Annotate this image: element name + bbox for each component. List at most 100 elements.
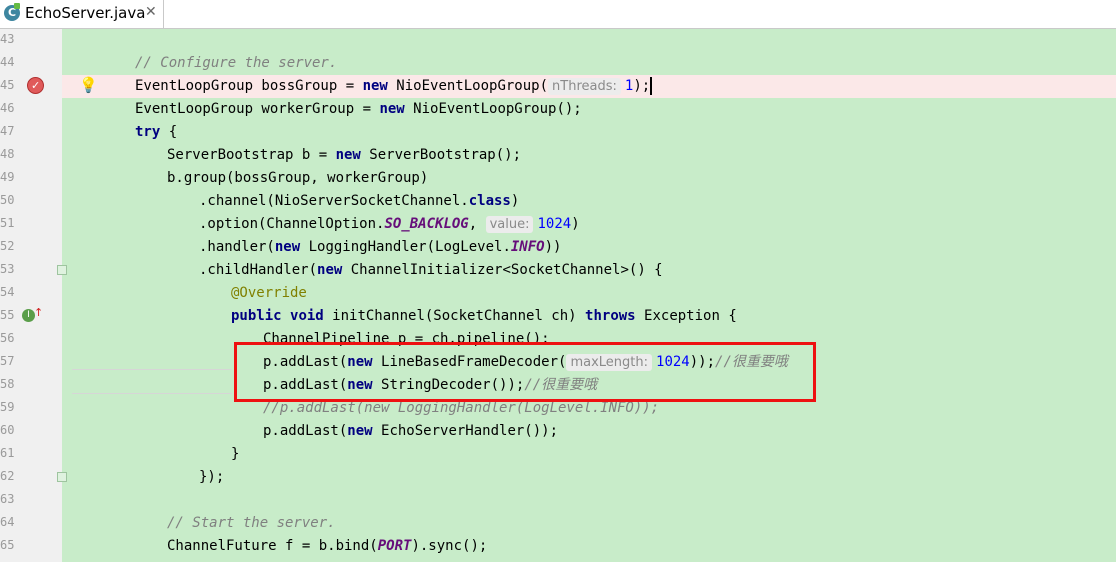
code-token: NioEventLoopGroup(: [387, 78, 549, 94]
code-line[interactable]: 60 p.addLast(new EchoServerHandler());: [0, 420, 1116, 443]
line-number: 50: [0, 193, 14, 207]
code-text: });: [199, 468, 224, 487]
code-token: LoggingHandler(LogLevel.: [300, 239, 511, 255]
line-number: 58: [0, 377, 14, 391]
code-token: ChannelFuture f = b.bind(: [167, 538, 378, 554]
code-line[interactable]: 45 EventLoopGroup bossGroup = new NioEven…: [0, 75, 1116, 98]
editor-tab-bar: C EchoServer.java ✕: [0, 0, 1116, 29]
parameter-hint: value:: [485, 216, 534, 233]
code-line[interactable]: 53 .childHandler(new ChannelInitializer<S…: [0, 259, 1116, 282]
code-token: new: [362, 78, 388, 94]
code-text: public void initChannel(SocketChannel ch…: [231, 307, 737, 326]
code-line[interactable]: 43: [0, 29, 1116, 52]
line-number: 61: [0, 446, 14, 460]
code-text: // Configure the server.: [135, 54, 337, 73]
code-token: ).sync();: [411, 538, 488, 554]
code-text: .option(ChannelOption.SO_BACKLOG, value:…: [199, 215, 580, 234]
code-text: .channel(NioServerSocketChannel.class): [199, 192, 519, 211]
code-line[interactable]: 48 ServerBootstrap b = new ServerBootstra…: [0, 144, 1116, 167]
line-number: 62: [0, 469, 14, 483]
code-token: ServerBootstrap b =: [167, 147, 336, 163]
line-number: 55: [0, 308, 14, 322]
code-editor[interactable]: 43 44 // Configure the server. 45 EventLoopG…: [0, 29, 1116, 562]
code-token: SO_BACKLOG: [384, 216, 469, 232]
code-line[interactable]: 62});: [0, 466, 1116, 489]
check-icon: ✓: [31, 79, 41, 92]
code-text: .childHandler(new ChannelInitializer<Soc…: [199, 261, 663, 280]
line-background: [62, 121, 1116, 144]
code-token: // Start the server.: [167, 515, 336, 531]
code-token: ,: [468, 216, 486, 232]
code-line[interactable]: 55 public void initChannel(SocketChannel …: [0, 305, 1116, 328]
code-token: ): [510, 193, 520, 209]
close-icon[interactable]: ✕: [145, 4, 157, 20]
code-line[interactable]: 64 // Start the server.: [0, 512, 1116, 535]
code-text: @Override: [231, 284, 307, 303]
code-text: try {: [135, 123, 177, 142]
line-number: 43: [0, 32, 14, 46]
code-line[interactable]: 49 b.group(bossGroup, workerGroup): [0, 167, 1116, 190]
fold-marker-icon[interactable]: [57, 472, 67, 482]
code-token: .channel(NioServerSocketChannel.: [199, 193, 469, 209]
code-token: Exception {: [635, 308, 737, 324]
code-token: INFO: [510, 239, 545, 255]
code-text: p.addLast(new EchoServerHandler());: [263, 422, 558, 441]
line-background: [62, 282, 1116, 305]
code-token: p.addLast(: [263, 423, 348, 439]
code-text: EventLoopGroup workerGroup = new NioEven…: [135, 100, 582, 119]
code-token: EventLoopGroup bossGroup =: [135, 78, 363, 94]
code-line[interactable]: 47 try {: [0, 121, 1116, 144]
line-number: 56: [0, 331, 14, 345]
code-line[interactable]: 65 ChannelFuture f = b.bind(PORT).sync();: [0, 535, 1116, 558]
code-line[interactable]: 51 .option(ChannelOption.SO_BACKLOG, valu…: [0, 213, 1116, 236]
text-caret: [650, 77, 653, 95]
code-line[interactable]: 52 .handler(new LoggingHandler(LogLevel.I…: [0, 236, 1116, 259]
code-token: EchoServerHandler());: [372, 423, 559, 439]
code-text: .handler(new LoggingHandler(LogLevel.INF…: [199, 238, 561, 257]
code-line[interactable]: 54 @Override: [0, 282, 1116, 305]
line-number: 60: [0, 423, 14, 437]
code-line[interactable]: 46 EventLoopGroup workerGroup = new NioEv…: [0, 98, 1116, 121]
code-token: NioEventLoopGroup();: [404, 101, 582, 117]
line-number: 59: [0, 400, 14, 414]
code-text: ServerBootstrap b = new ServerBootstrap(…: [167, 146, 521, 165]
code-token: new: [335, 147, 361, 163]
code-text: b.group(bossGroup, workerGroup): [167, 169, 428, 188]
indent-guide: [72, 369, 232, 370]
line-background: [62, 489, 1116, 512]
code-token: public: [231, 308, 282, 324]
line-number: 57: [0, 354, 14, 368]
code-token: class: [468, 193, 511, 209]
lightbulb-icon[interactable]: 💡: [79, 76, 98, 94]
breakpoint-icon[interactable]: ✓: [27, 77, 44, 94]
highlight-box: [234, 342, 816, 402]
java-class-badge-icon: [14, 3, 20, 9]
code-line[interactable]: 61}: [0, 443, 1116, 466]
code-line[interactable]: 50 .channel(NioServerSocketChannel.class): [0, 190, 1116, 213]
code-token: EventLoopGroup workerGroup =: [135, 101, 380, 117]
code-token: {: [160, 124, 178, 140]
code-line[interactable]: 63: [0, 489, 1116, 512]
line-number: 51: [0, 216, 14, 230]
tab-title: EchoServer.java: [25, 4, 146, 22]
code-token: ): [571, 216, 580, 232]
code-token: .option(ChannelOption.: [199, 216, 385, 232]
line-number: 46: [0, 101, 14, 115]
code-line[interactable]: 44 // Configure the server.: [0, 52, 1116, 75]
tab-echoserver[interactable]: C EchoServer.java ✕: [0, 0, 164, 28]
code-token: throws: [585, 308, 636, 324]
line-number: 65: [0, 538, 14, 552]
fold-marker-icon[interactable]: [57, 265, 67, 275]
line-number: 64: [0, 515, 14, 529]
code-token: initChannel(SocketChannel ch): [323, 308, 586, 324]
code-token: @Override: [231, 285, 307, 301]
code-token: void: [290, 308, 324, 324]
code-token: )): [544, 239, 562, 255]
code-token: }: [231, 446, 240, 462]
parameter-hint: nThreads:: [548, 78, 621, 95]
line-number: 63: [0, 492, 14, 506]
code-token: });: [199, 469, 225, 485]
line-number: 49: [0, 170, 14, 184]
code-token: ChannelInitializer<SocketChannel>() {: [342, 262, 663, 278]
